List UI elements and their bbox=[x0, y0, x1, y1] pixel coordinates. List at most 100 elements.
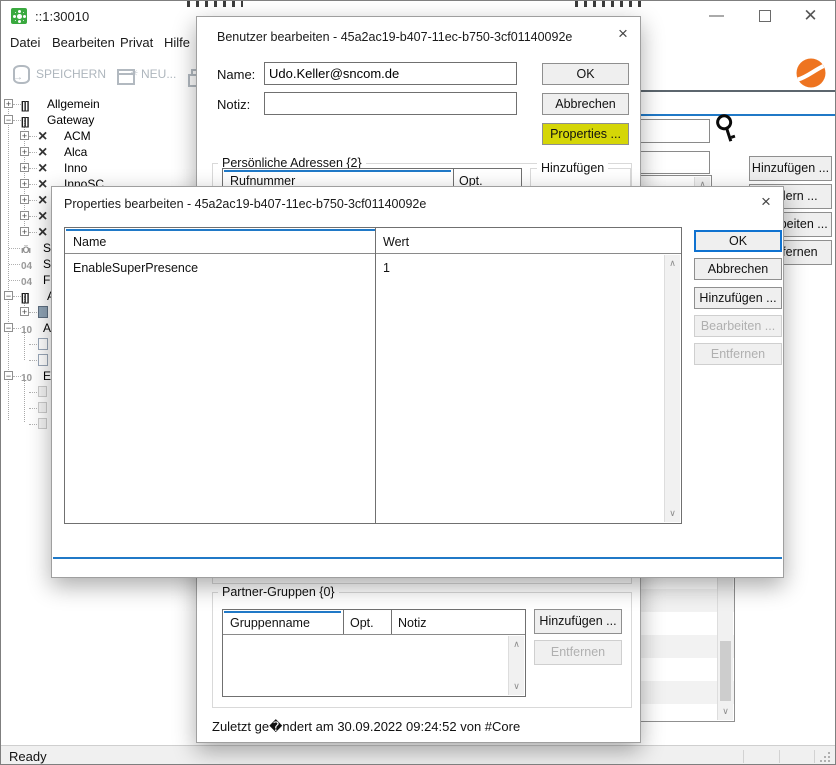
ok-button[interactable]: OK bbox=[542, 63, 629, 85]
tree-item-label: S bbox=[43, 257, 51, 271]
properties-button[interactable]: Properties ... bbox=[542, 123, 629, 145]
properties-ok-button[interactable]: OK bbox=[694, 230, 782, 252]
name-label: Name: bbox=[217, 67, 255, 82]
user-dialog-close-icon[interactable]: × bbox=[611, 24, 635, 46]
expand-icon[interactable]: + bbox=[20, 179, 29, 188]
properties-dialog-close-icon[interactable]: × bbox=[754, 192, 778, 214]
note-input[interactable] bbox=[264, 92, 517, 115]
tree-item-ACM[interactable]: +ACM bbox=[1, 128, 209, 144]
properties-table[interactable]: Name Wert EnableSuperPresence 1 ∧ ∨ bbox=[64, 227, 682, 524]
window-title: ::1:30010 bbox=[35, 9, 89, 24]
tree-item-label: E bbox=[43, 369, 51, 383]
column-divider[interactable] bbox=[343, 610, 344, 634]
minimize-button[interactable]: — bbox=[694, 1, 739, 31]
expand-icon[interactable]: + bbox=[20, 227, 29, 236]
menu-datei[interactable]: Datei bbox=[10, 35, 40, 50]
tree-item-label: Inno bbox=[64, 161, 87, 175]
pane-add-button[interactable]: Hinzufügen ... bbox=[749, 156, 832, 181]
maximize-button[interactable] bbox=[742, 1, 787, 31]
collapse-icon[interactable]: − bbox=[4, 371, 13, 380]
scroll-down-icon[interactable]: ∨ bbox=[665, 508, 680, 519]
note-label: Notiz: bbox=[217, 97, 250, 112]
doc-icon bbox=[38, 354, 48, 366]
device-icon bbox=[21, 242, 37, 255]
n10-icon bbox=[21, 322, 37, 335]
partner-col-name[interactable]: Gruppenname bbox=[230, 616, 310, 630]
scroll-down-icon[interactable]: ∨ bbox=[509, 681, 524, 692]
partner-add-button[interactable]: Hinzufügen ... bbox=[534, 609, 622, 634]
application-window: ::1:30010 — ✕ Datei Bearbeiten Privat Hi… bbox=[0, 0, 836, 765]
scroll-up-icon[interactable]: ∧ bbox=[509, 639, 524, 650]
menu-privat[interactable]: Privat bbox=[120, 35, 153, 50]
app-icon bbox=[11, 8, 27, 24]
property-row-name[interactable]: EnableSuperPresence bbox=[73, 261, 198, 275]
status-text: Ready bbox=[9, 749, 47, 764]
properties-col-value[interactable]: Wert bbox=[383, 235, 409, 249]
doc-dark-icon bbox=[38, 306, 48, 318]
expand-icon[interactable]: + bbox=[20, 131, 29, 140]
properties-col-name[interactable]: Name bbox=[73, 235, 106, 249]
n04-icon bbox=[21, 258, 37, 271]
properties-cancel-button[interactable]: Abbrechen bbox=[694, 258, 782, 280]
partner-remove-button[interactable]: Entfernen bbox=[534, 640, 622, 665]
partner-scrollbar[interactable]: ∧ ∨ bbox=[508, 636, 524, 695]
partner-group-label: Partner-Gruppen {0} bbox=[218, 585, 339, 599]
expand-icon[interactable]: + bbox=[20, 195, 29, 204]
expand-icon[interactable]: + bbox=[20, 211, 29, 220]
collapse-icon[interactable]: − bbox=[4, 323, 13, 332]
expand-icon[interactable]: + bbox=[4, 99, 13, 108]
scroll-up-icon[interactable]: ∧ bbox=[665, 258, 680, 269]
name-input[interactable] bbox=[264, 62, 517, 85]
tree-item-label: A bbox=[43, 321, 51, 335]
tree-item-label: Alca bbox=[64, 145, 87, 159]
scroll-down-icon[interactable]: ∨ bbox=[718, 706, 733, 717]
new-label: NEU... bbox=[141, 67, 176, 81]
brackets-icon bbox=[21, 98, 37, 111]
status-divider bbox=[779, 750, 780, 763]
new-icon bbox=[117, 69, 135, 85]
status-divider bbox=[814, 750, 815, 763]
properties-scrollbar[interactable]: ∧ ∨ bbox=[664, 255, 680, 522]
brackets-icon bbox=[21, 114, 37, 127]
tree-item-label: S bbox=[43, 241, 51, 255]
property-row-value[interactable]: 1 bbox=[383, 261, 390, 275]
add-subgroup-label: Hinzufügen bbox=[537, 161, 608, 175]
collapse-icon[interactable]: − bbox=[4, 291, 13, 300]
faint-icon bbox=[38, 386, 47, 397]
partner-col-opt[interactable]: Opt. bbox=[350, 616, 374, 630]
expand-icon[interactable]: + bbox=[20, 307, 29, 316]
cancel-button[interactable]: Abbrechen bbox=[542, 93, 629, 115]
tree-item-Alca[interactable]: + Alca bbox=[1, 144, 209, 160]
collapse-icon[interactable]: − bbox=[4, 115, 13, 124]
properties-add-button[interactable]: Hinzufügen ... bbox=[694, 287, 782, 309]
menu-bearbeiten[interactable]: Bearbeiten bbox=[52, 35, 115, 50]
partner-col-note[interactable]: Notiz bbox=[398, 616, 426, 630]
faint-icon bbox=[38, 418, 47, 429]
expand-icon[interactable]: + bbox=[20, 163, 29, 172]
tree-item-Inno[interactable]: + Inno bbox=[1, 160, 209, 176]
scroll-thumb[interactable] bbox=[720, 641, 731, 701]
properties-remove-button[interactable]: Entfernen bbox=[694, 343, 782, 365]
tree-item-Gateway[interactable]: − Gateway bbox=[1, 112, 209, 128]
status-divider bbox=[743, 750, 744, 763]
tree-item-Allgemein[interactable]: +Allgemein bbox=[1, 96, 209, 112]
tree-item-label: Gateway bbox=[47, 113, 94, 127]
last-changed-text: Zuletzt ge�ndert am 30.09.2022 09:24:52 … bbox=[212, 719, 520, 735]
properties-edit-button[interactable]: Bearbeiten ... bbox=[694, 315, 782, 337]
key-search-icon[interactable] bbox=[711, 111, 741, 144]
save-button[interactable]: SPEICHERN bbox=[13, 63, 106, 85]
new-button[interactable]: NEU... bbox=[117, 63, 176, 85]
n10-icon bbox=[21, 370, 37, 383]
x-icon bbox=[38, 162, 54, 175]
menu-hilfe[interactable]: Hilfe bbox=[164, 35, 190, 50]
column-divider[interactable] bbox=[391, 610, 392, 634]
gear-icon bbox=[17, 14, 22, 19]
x-icon bbox=[38, 146, 54, 159]
partner-table[interactable]: Gruppenname Opt. Notiz ∧ ∨ bbox=[222, 609, 526, 697]
properties-dialog: Properties bearbeiten - 45a2ac19-b407-11… bbox=[51, 186, 784, 578]
properties-dialog-title: Properties bearbeiten - 45a2ac19-b407-11… bbox=[64, 197, 426, 211]
close-button[interactable]: ✕ bbox=[788, 1, 833, 31]
column-divider[interactable] bbox=[375, 228, 376, 523]
status-bar: Ready bbox=[1, 745, 835, 765]
expand-icon[interactable]: + bbox=[20, 147, 29, 156]
